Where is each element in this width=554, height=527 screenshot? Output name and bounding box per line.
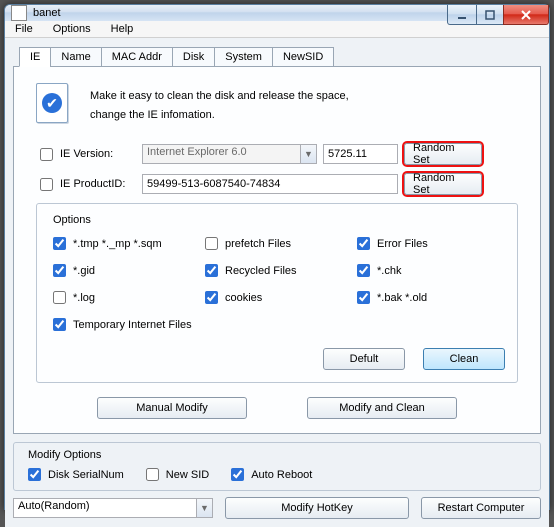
opt-prefetch-checkbox[interactable] [205, 237, 218, 250]
new-sid-label: New SID [166, 469, 209, 481]
opt-log-label: *.log [73, 292, 95, 304]
tab-ie[interactable]: IE [19, 47, 51, 67]
clean-button[interactable]: Clean [423, 348, 505, 370]
opt-gid-label: *.gid [73, 265, 95, 277]
ie-version-combo[interactable]: Internet Explorer 6.0 ▼ [142, 144, 317, 164]
default-button[interactable]: Defult [323, 348, 405, 370]
options-legend: Options [49, 214, 95, 226]
ie-version-row: IE Version: Internet Explorer 6.0 ▼ Rand… [36, 143, 518, 165]
opt-error-checkbox[interactable] [357, 237, 370, 250]
modify-and-clean-button[interactable]: Modify and Clean [307, 397, 457, 419]
options-fieldset: Options *.tmp *._mp *.sqm prefetch Files… [36, 203, 518, 383]
disk-serialnum-label: Disk SerialNum [48, 469, 124, 481]
window: banet File Options Help IE Name MAC Addr… [4, 4, 550, 510]
bottom-bar: Auto(Random) ▼ Modify HotKey Restart Com… [13, 497, 541, 519]
maximize-icon [485, 10, 495, 20]
tab-name[interactable]: Name [50, 47, 101, 67]
opt-cookies-checkbox[interactable] [205, 291, 218, 304]
intro-text: Make it easy to clean the disk and relea… [90, 83, 349, 124]
tab-mac[interactable]: MAC Addr [101, 47, 173, 67]
tab-newsid[interactable]: NewSID [272, 47, 334, 67]
ie-version-number[interactable] [323, 144, 398, 164]
opt-tempinternet-label: Temporary Internet Files [73, 319, 192, 331]
titlebar[interactable]: banet [5, 5, 549, 21]
intro-line1: Make it easy to clean the disk and relea… [90, 87, 349, 106]
tab-disk[interactable]: Disk [172, 47, 215, 67]
tab-panel: ✔ Make it easy to clean the disk and rel… [13, 66, 541, 434]
app-icon [11, 5, 27, 21]
intro-icon: ✔ [36, 83, 70, 125]
minimize-icon [457, 10, 467, 20]
new-sid-checkbox[interactable] [146, 468, 159, 481]
ie-productid-row: IE ProductID: Random Set [36, 173, 518, 195]
chevron-down-icon[interactable]: ▼ [300, 144, 317, 164]
chevron-down-icon[interactable]: ▼ [196, 498, 213, 518]
modify-hotkey-button[interactable]: Modify HotKey [225, 497, 409, 519]
opt-error-label: Error Files [377, 238, 428, 250]
opt-tmp-checkbox[interactable] [53, 237, 66, 250]
modify-options-legend: Modify Options [24, 449, 105, 461]
tab-system[interactable]: System [214, 47, 273, 67]
action-buttons: Manual Modify Modify and Clean [36, 397, 518, 419]
opt-prefetch-label: prefetch Files [225, 238, 291, 250]
opt-cookies-label: cookies [225, 292, 262, 304]
menu-help[interactable]: Help [107, 23, 138, 35]
restart-computer-button[interactable]: Restart Computer [421, 497, 541, 519]
maximize-button[interactable] [476, 5, 504, 25]
intro-line2: change the IE infomation. [90, 106, 349, 125]
content: IE Name MAC Addr Disk System NewSID ✔ Ma… [5, 38, 549, 527]
opt-recycled-checkbox[interactable] [205, 264, 218, 277]
auto-reboot-checkbox[interactable] [231, 468, 244, 481]
window-buttons [447, 5, 549, 25]
modify-options-row: Disk SerialNum New SID Auto Reboot [24, 465, 530, 484]
tabstrip: IE Name MAC Addr Disk System NewSID [19, 47, 541, 67]
ie-version-label: IE Version: [60, 148, 113, 160]
window-title: banet [33, 7, 61, 19]
options-grid: *.tmp *._mp *.sqm prefetch Files Error F… [49, 234, 505, 370]
opt-recycled-label: Recycled Files [225, 265, 297, 277]
bottom-area: Modify Options Disk SerialNum New SID Au… [13, 442, 541, 519]
ie-version-checkbox[interactable] [40, 148, 53, 161]
ie-productid-checkbox[interactable] [40, 178, 53, 191]
ie-productid-value[interactable] [142, 174, 398, 194]
opt-log-checkbox[interactable] [53, 291, 66, 304]
opt-bakold-label: *.bak *.old [377, 292, 427, 304]
opt-tempinternet-checkbox[interactable] [53, 318, 66, 331]
opt-gid-checkbox[interactable] [53, 264, 66, 277]
opt-tmp-label: *.tmp *._mp *.sqm [73, 238, 162, 250]
manual-modify-button[interactable]: Manual Modify [97, 397, 247, 419]
menu-options[interactable]: Options [49, 23, 95, 35]
ie-version-value: Internet Explorer 6.0 [142, 144, 300, 164]
disk-serialnum-checkbox[interactable] [28, 468, 41, 481]
random-set-version-button[interactable]: Random Set [404, 143, 482, 165]
menu-file[interactable]: File [11, 23, 37, 35]
random-set-productid-button[interactable]: Random Set [404, 173, 482, 195]
intro-row: ✔ Make it easy to clean the disk and rel… [36, 83, 518, 125]
auto-combo-value: Auto(Random) [13, 498, 196, 518]
opt-chk-checkbox[interactable] [357, 264, 370, 277]
modify-options-fieldset: Modify Options Disk SerialNum New SID Au… [13, 442, 541, 491]
opt-chk-label: *.chk [377, 265, 401, 277]
check-icon: ✔ [42, 93, 62, 113]
auto-reboot-label: Auto Reboot [251, 469, 312, 481]
ie-productid-label: IE ProductID: [60, 178, 125, 190]
minimize-button[interactable] [447, 5, 477, 25]
close-button[interactable] [503, 5, 549, 25]
close-icon [520, 9, 532, 21]
auto-combo[interactable]: Auto(Random) ▼ [13, 498, 213, 518]
opt-bakold-checkbox[interactable] [357, 291, 370, 304]
